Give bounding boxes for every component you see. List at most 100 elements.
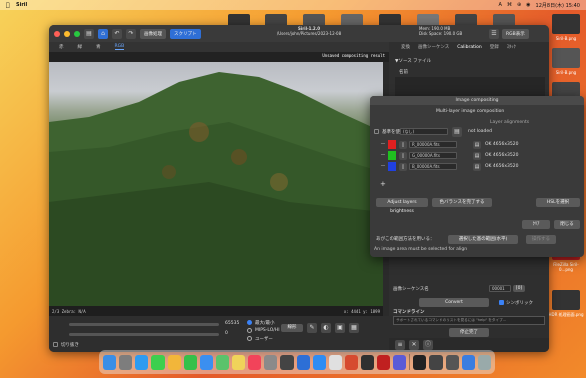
dock-downloads-icon[interactable] bbox=[461, 354, 475, 370]
colormap-icon[interactable]: ◐ bbox=[321, 323, 331, 333]
layer-file-icon[interactable]: ▯ bbox=[399, 162, 407, 171]
desktop-icon[interactable]: Siril-B.png bbox=[548, 48, 584, 75]
clear-button[interactable]: ｸﾘｱ bbox=[522, 220, 550, 229]
dock-notes-icon[interactable] bbox=[232, 354, 246, 370]
layer-color-swatch[interactable] bbox=[388, 140, 396, 149]
dock-facetime-icon[interactable] bbox=[183, 354, 197, 370]
dock-telescope-icon[interactable] bbox=[361, 354, 375, 370]
status-icon-1[interactable]: A bbox=[499, 2, 502, 8]
dock-globe-icon[interactable] bbox=[296, 354, 310, 370]
undo-icon[interactable]: ↶ bbox=[112, 28, 122, 39]
dock-finder-window-icon[interactable] bbox=[445, 354, 459, 370]
image-viewer[interactable] bbox=[49, 62, 383, 306]
tab-registration[interactable]: 登録 bbox=[490, 44, 499, 50]
dock-maps-icon[interactable] bbox=[215, 354, 229, 370]
dock-bbedit-icon[interactable] bbox=[328, 354, 342, 370]
zoom-window-icon[interactable] bbox=[74, 30, 80, 37]
dock-paint-icon[interactable] bbox=[393, 354, 407, 370]
clear-icon[interactable]: ✕ bbox=[409, 340, 419, 350]
dock-app-store-icon[interactable] bbox=[312, 354, 326, 370]
status-icon-2[interactable]: ⌘ bbox=[507, 2, 512, 8]
snapshot-icon[interactable]: ▣ bbox=[335, 323, 345, 333]
dock-camera-icon[interactable] bbox=[280, 354, 294, 370]
minimize-window-icon[interactable] bbox=[64, 30, 70, 37]
rgb-display-button[interactable]: RGB表示 bbox=[502, 29, 529, 39]
remove-layer-icon[interactable]: — bbox=[378, 164, 388, 169]
sequence-name-input[interactable]: 00001 bbox=[489, 285, 511, 292]
dock-finder-icon[interactable] bbox=[103, 354, 117, 370]
close-window-icon[interactable] bbox=[54, 30, 60, 37]
cut-checkbox[interactable] bbox=[53, 342, 58, 347]
desktop-icon[interactable]: Siril-B.png bbox=[548, 14, 584, 41]
layer-file-icon[interactable]: ▯ bbox=[399, 151, 407, 160]
status-icon-4[interactable]: ◉ bbox=[526, 2, 530, 8]
apple-menu-icon[interactable]:  bbox=[6, 2, 12, 9]
adjust-brightness-button[interactable]: Adjust layers brightness bbox=[376, 198, 428, 214]
dock-trash-icon[interactable] bbox=[477, 354, 491, 370]
tab-convert[interactable]: 変換 bbox=[401, 44, 410, 50]
dock-launchpad-icon[interactable] bbox=[119, 354, 133, 370]
dock-siril-icon[interactable] bbox=[344, 354, 358, 370]
add-layer-button[interactable]: + bbox=[380, 180, 386, 188]
open-layer-icon[interactable]: ▤ bbox=[473, 151, 481, 160]
radio-mips[interactable] bbox=[247, 328, 252, 333]
tab-red[interactable]: 赤 bbox=[59, 44, 64, 50]
scale-mode-select[interactable]: 線形 bbox=[281, 324, 303, 332]
radio-user[interactable] bbox=[247, 336, 252, 341]
tab-sequence[interactable]: 画像シーケンス bbox=[418, 44, 449, 50]
layer-filename[interactable]: B_00000A.fits bbox=[409, 163, 457, 170]
grid-icon[interactable]: ▦ bbox=[349, 323, 359, 333]
scripts-menu-button[interactable]: スクリプト bbox=[170, 28, 201, 39]
tab-rgb[interactable]: RGB bbox=[114, 44, 125, 50]
open-file-icon[interactable]: ▤ bbox=[84, 28, 94, 39]
menubar-clock[interactable]: 12月8日(木) 15:40 bbox=[536, 2, 580, 9]
layer-filename[interactable]: R_00000A.fits bbox=[409, 141, 457, 148]
command-input[interactable]: サポートされているコマンドのリストを見るには "help" をタイプ... bbox=[393, 316, 545, 325]
app-menu-name[interactable]: Siril bbox=[16, 2, 27, 8]
tab-stacking[interactable]: ｽﾀｯｸ bbox=[507, 44, 516, 50]
remove-layer-icon[interactable]: — bbox=[378, 142, 388, 147]
log-icon[interactable]: ≡ bbox=[395, 340, 405, 350]
dock-settings-icon[interactable] bbox=[264, 354, 278, 370]
layer-filename[interactable]: G_00000A.fits bbox=[409, 152, 457, 159]
reference-none-field[interactable]: (なし) bbox=[400, 128, 448, 135]
status-icon-3[interactable]: ⊕ bbox=[517, 2, 521, 8]
sequence-index-button[interactable]: [0] bbox=[513, 285, 525, 292]
close-button[interactable]: 閉じる bbox=[554, 220, 580, 229]
dock-filezilla-icon[interactable] bbox=[377, 354, 391, 370]
remove-layer-icon[interactable]: — bbox=[378, 153, 388, 158]
menu-icon[interactable]: ☰ bbox=[489, 29, 499, 39]
layer-file-icon[interactable]: ▯ bbox=[399, 140, 407, 149]
image-processing-menu-button[interactable]: 画像処理 bbox=[140, 28, 166, 39]
dock-siril-window-icon[interactable] bbox=[429, 354, 443, 370]
layer-color-swatch[interactable] bbox=[388, 151, 396, 160]
source-files-header[interactable]: ▼ソース ファイル bbox=[395, 58, 431, 64]
dock-music-icon[interactable] bbox=[248, 354, 262, 370]
dock-terminal-icon[interactable] bbox=[413, 354, 427, 370]
desktop-icon[interactable]: HDR 処理画面.png bbox=[548, 290, 584, 318]
symbolic-checkbox[interactable] bbox=[499, 300, 504, 305]
open-reference-icon[interactable]: ▤ bbox=[452, 127, 462, 137]
radio-min-max[interactable] bbox=[247, 320, 252, 325]
pipette-icon[interactable]: ✎ bbox=[307, 323, 317, 333]
use-reference-checkbox[interactable] bbox=[374, 129, 379, 134]
redo-icon[interactable]: ↷ bbox=[126, 28, 136, 39]
dock-safari-icon[interactable] bbox=[135, 354, 149, 370]
color-balance-button[interactable]: 色バランスを完了する bbox=[432, 198, 492, 207]
dock-messages-icon[interactable] bbox=[151, 354, 165, 370]
open-layer-icon[interactable]: ▤ bbox=[473, 140, 481, 149]
open-layer-icon[interactable]: ▤ bbox=[473, 162, 481, 171]
home-icon[interactable]: ⌂ bbox=[98, 28, 108, 39]
dock-mail-icon[interactable] bbox=[199, 354, 213, 370]
tab-blue[interactable]: 青 bbox=[96, 44, 101, 50]
convert-button[interactable]: Convert bbox=[419, 298, 489, 307]
layer-color-swatch[interactable] bbox=[388, 162, 396, 171]
run-alignment-button[interactable]: 操作する bbox=[526, 235, 556, 244]
dock-photos-icon[interactable] bbox=[167, 354, 181, 370]
min-slider[interactable] bbox=[69, 333, 219, 336]
align-method-select[interactable]: 選択した基の範囲(水平) bbox=[448, 235, 518, 244]
command-done-button[interactable]: 停止完了 bbox=[449, 328, 489, 337]
hsl-select[interactable]: HSLを選択 bbox=[536, 198, 580, 207]
tab-green[interactable]: 緑 bbox=[78, 44, 83, 50]
max-slider[interactable] bbox=[69, 323, 219, 326]
